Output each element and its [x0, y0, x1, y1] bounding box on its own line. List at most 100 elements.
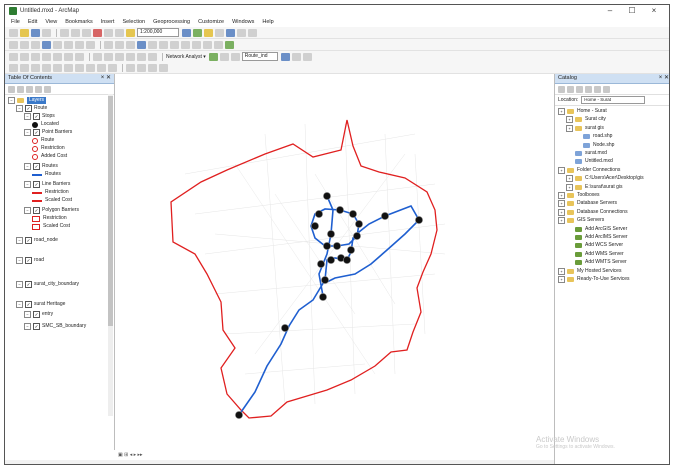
expand-collapse-icon[interactable]: + — [558, 166, 565, 174]
visibility-checkbox[interactable]: ✓ — [33, 113, 40, 120]
back-icon[interactable] — [558, 85, 565, 93]
undo-icon[interactable] — [104, 28, 113, 37]
zoom-out-icon[interactable] — [20, 40, 29, 49]
model-builder-icon[interactable] — [248, 28, 257, 37]
stop-marker[interactable] — [317, 260, 325, 268]
forward-extent-icon[interactable] — [86, 40, 95, 49]
expand-collapse-icon[interactable]: + — [558, 276, 565, 283]
location-input[interactable]: Home - Surat — [581, 96, 646, 104]
catalog-item[interactable]: + My Hosted Services — [558, 267, 621, 275]
visibility-checkbox[interactable]: ✓ — [25, 257, 32, 264]
catalog-item[interactable]: Add ArcIMS Server — [566, 234, 628, 241]
identify-icon[interactable] — [137, 40, 146, 49]
catalog-item[interactable]: + Toolboxes — [558, 192, 600, 199]
minimize-button[interactable]: – — [599, 5, 621, 17]
create-viewer-window-icon[interactable] — [225, 40, 234, 49]
toc-item[interactable]: Scaled Cost — [32, 197, 72, 204]
stop-marker[interactable] — [327, 256, 335, 264]
topology-icon[interactable] — [148, 52, 157, 61]
catalog-item[interactable]: Untitled.mxd — [566, 158, 613, 165]
toc-item[interactable]: − ✓ road — [16, 257, 44, 264]
time-slider-icon[interactable] — [214, 40, 223, 49]
catalog-item[interactable]: + GIS Servers — [558, 217, 604, 225]
list-by-selection-icon[interactable] — [35, 85, 42, 93]
toc-item[interactable]: Located — [32, 121, 59, 128]
visibility-checkbox[interactable]: ✓ — [33, 181, 40, 188]
expand-collapse-icon[interactable]: − — [16, 281, 23, 288]
expand-collapse-icon[interactable]: + — [558, 108, 565, 115]
stop-marker[interactable] — [355, 220, 363, 228]
expand-collapse-icon[interactable]: + — [558, 208, 565, 216]
toc-item[interactable]: Added Cost — [32, 153, 67, 160]
toc-item[interactable]: − ✓ Stops — [24, 113, 55, 120]
fixed-zoom-in-icon[interactable] — [53, 40, 62, 49]
catalog-item[interactable]: + C:\Users\Acer\Desktop\gis — [566, 175, 644, 183]
fill-color-icon[interactable] — [148, 63, 157, 72]
stop-marker[interactable] — [353, 232, 361, 240]
paste-icon[interactable] — [82, 28, 91, 37]
toc-item[interactable]: − ✓ Point Barriers — [24, 129, 72, 136]
map-canvas[interactable] — [115, 74, 553, 450]
save-icon[interactable] — [31, 28, 40, 37]
rotate-icon[interactable] — [104, 52, 113, 61]
visibility-checkbox[interactable]: ✓ — [25, 105, 32, 112]
visibility-checkbox[interactable]: ✓ — [33, 207, 40, 214]
expand-collapse-icon[interactable]: − — [24, 181, 31, 188]
catalog-item[interactable]: Add WCS Server — [566, 242, 623, 249]
toc-item[interactable]: Restriction — [32, 215, 67, 222]
expand-collapse-icon[interactable]: − — [24, 311, 31, 318]
print-icon[interactable] — [42, 28, 51, 37]
editor-icon[interactable] — [182, 28, 191, 37]
hyperlink-icon[interactable] — [148, 40, 157, 49]
catalog-item[interactable]: + surat gis — [566, 124, 604, 132]
visibility-checkbox[interactable]: ✓ — [25, 237, 32, 244]
menu-selection[interactable]: Selection — [122, 19, 145, 25]
toc-item[interactable]: − ✓ Line Barriers — [24, 181, 70, 188]
network-layer-select[interactable]: Route_ind — [241, 52, 278, 61]
new-text-icon[interactable] — [64, 63, 73, 72]
visibility-checkbox[interactable]: ✓ — [25, 281, 32, 288]
stop-marker[interactable] — [343, 256, 351, 264]
catalog-item[interactable]: Add ArcGIS Server — [566, 226, 627, 233]
search-icon[interactable] — [215, 28, 224, 37]
directions-icon[interactable] — [291, 52, 301, 61]
redo-icon[interactable] — [115, 28, 124, 37]
stop-marker[interactable] — [336, 206, 344, 214]
menu-view[interactable]: View — [45, 19, 57, 25]
stop-marker[interactable] — [333, 242, 341, 250]
visibility-checkbox[interactable]: ✓ — [25, 301, 32, 308]
toc-item[interactable]: − ✓ SMC_SB_boundary — [24, 323, 86, 330]
menu-edit[interactable]: Edit — [28, 19, 37, 25]
network-analyst-window-icon[interactable] — [208, 52, 218, 61]
expand-collapse-icon[interactable]: + — [566, 183, 573, 191]
table-of-contents-icon[interactable] — [193, 28, 202, 37]
stop-marker[interactable] — [321, 276, 329, 284]
catalog-item[interactable]: + Database Servers — [558, 200, 617, 208]
toc-item[interactable]: − ✓ surat_city_boundary — [16, 281, 79, 288]
expand-collapse-icon[interactable]: + — [558, 217, 565, 225]
cut-icon[interactable] — [60, 28, 69, 37]
stop-marker[interactable] — [323, 192, 331, 200]
catalog-item[interactable]: + Folder Connections — [558, 166, 620, 174]
zoom-in-icon[interactable] — [9, 40, 18, 49]
sketch-properties-icon[interactable] — [126, 52, 135, 61]
expand-collapse-icon[interactable]: + — [566, 175, 573, 183]
stop-marker[interactable] — [349, 210, 357, 218]
expand-collapse-icon[interactable]: − — [16, 301, 23, 308]
line-color-icon[interactable] — [159, 63, 168, 72]
expand-collapse-icon[interactable]: − — [24, 163, 31, 170]
visibility-checkbox[interactable]: ✓ — [33, 323, 40, 330]
delete-icon[interactable] — [93, 28, 102, 37]
fixed-zoom-out-icon[interactable] — [64, 40, 73, 49]
catalog-item[interactable]: road.shp — [574, 133, 612, 140]
point-icon[interactable] — [75, 52, 84, 61]
stop-marker[interactable] — [319, 293, 327, 301]
bold-icon[interactable] — [97, 63, 106, 72]
expand-collapse-icon[interactable]: + — [558, 267, 565, 275]
draw-menu-icon[interactable] — [9, 63, 18, 72]
expand-collapse-icon[interactable]: − — [24, 207, 31, 214]
menu-geoprocessing[interactable]: Geoprocessing — [153, 19, 190, 25]
measure-icon[interactable] — [170, 40, 179, 49]
editor-menu-icon[interactable] — [9, 52, 18, 61]
expand-collapse-icon[interactable]: − — [8, 97, 15, 104]
